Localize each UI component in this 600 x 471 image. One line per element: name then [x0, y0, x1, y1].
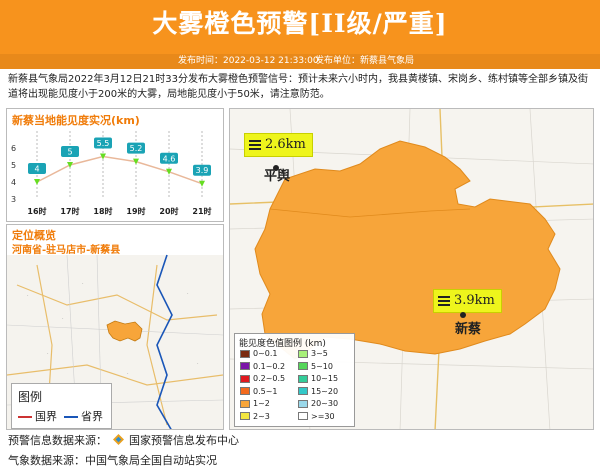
publisher: 发布单位：新蔡县气象局 — [315, 56, 415, 66]
legend-item: 0.1~0.2 — [240, 362, 285, 372]
legend-swatch — [298, 374, 308, 383]
legend-swatch — [298, 362, 308, 370]
legend-item: 0.2~0.5 — [240, 374, 285, 384]
legend-swatch — [298, 399, 308, 408]
visibility-chart: 6 5 4 3 4 5 5.5 5.2 4.6 3.9 16时 17时 18时 19时 20时 21时 — [11, 131, 212, 216]
data-label: 4.6 — [163, 154, 176, 163]
x-tick-label: 20时 — [159, 206, 178, 216]
legend-label: 5~10 — [311, 361, 333, 371]
x-tick-label: 17时 — [60, 206, 79, 216]
legend-swatch — [240, 349, 250, 358]
legend-national-border: 国界 — [18, 408, 57, 424]
fog-icon — [438, 295, 450, 306]
province-border-swatch — [64, 416, 78, 418]
legend-item: 10~15 — [298, 374, 338, 384]
location-legend: 图例 国界 省界 — [11, 383, 112, 429]
legend-item: >=30 — [298, 412, 335, 422]
x-tick-label: 21时 — [192, 206, 211, 216]
x-tick-label: 19时 — [126, 206, 145, 216]
y-tick-label: 3 — [11, 195, 16, 204]
legend-swatch — [240, 399, 250, 408]
legend-item: 1~2 — [240, 399, 270, 409]
legend-item: 0.5~1 — [240, 387, 278, 397]
y-tick-label: 4 — [11, 178, 16, 187]
national-border-swatch — [18, 416, 32, 418]
location-subtitle: 河南省-驻马店市-新蔡县 — [12, 245, 121, 256]
legend-label: 0~0.1 — [253, 349, 278, 358]
legend-swatch — [240, 387, 250, 395]
legend-item: 20~30 — [298, 399, 338, 409]
legend-label: 20~30 — [311, 399, 339, 408]
legend-item: 2~3 — [240, 412, 270, 422]
data-label: 3.9 — [196, 166, 209, 175]
legend-label: 15~20 — [311, 386, 339, 396]
data-label: 5.5 — [97, 139, 110, 148]
legend-item: 0~0.1 — [240, 349, 278, 359]
legend-swatch — [298, 387, 308, 395]
xincai-visibility-label[interactable]: 3.9km — [433, 289, 502, 313]
legend-province-border: 省界 — [64, 408, 103, 424]
x-tick-label: 16时 — [27, 206, 46, 216]
legend-label: 0.5~1 — [253, 386, 278, 396]
header-bar: 大雾橙色预警[II级/严重] — [0, 0, 600, 54]
legend-label: 0.1~0.2 — [253, 361, 286, 371]
data-point — [34, 179, 40, 185]
pingyu-visibility-label[interactable]: 2.6km — [244, 133, 313, 157]
legend-item: 15~20 — [298, 387, 338, 397]
legend-label: 2~3 — [253, 411, 270, 421]
legend-label: 0.2~0.5 — [253, 374, 286, 383]
location-legend-title: 图例 — [18, 390, 43, 404]
pingyu-label: 平舆 — [264, 169, 291, 184]
main-warning-map[interactable]: 2.6km 平舆 3.9km 新蔡 能见度色值图例 (km) 0~0.1 3~5 0… — [229, 108, 594, 430]
data-label: 5 — [67, 148, 72, 157]
legend-label: 1~2 — [253, 399, 270, 408]
legend-label: 3~5 — [311, 349, 328, 358]
fog-icon — [249, 139, 261, 150]
legend-swatch — [298, 412, 308, 420]
y-tick-label: 5 — [11, 161, 16, 170]
footer-source-warning: 预警信息数据来源： 国家预警信息发布中心 — [8, 434, 239, 447]
legend-label: >=30 — [311, 411, 335, 421]
legend-swatch — [240, 412, 250, 420]
visibility-color-legend: 能见度色值图例 (km) 0~0.1 3~5 0.1~0.2 5~10 0.2~0.5 1… — [234, 333, 355, 427]
xincai-label: 新蔡 — [455, 322, 482, 337]
legend-swatch — [240, 374, 250, 383]
y-tick-label: 6 — [11, 144, 16, 153]
publish-info-bar: 发布时间：2022-03-12 21:33:00 发布单位：新蔡县气象局 — [0, 54, 600, 69]
legend-item: 5~10 — [298, 362, 333, 372]
legend-swatch — [298, 349, 308, 358]
x-tick-label: 18时 — [93, 206, 112, 216]
data-label: 4 — [34, 165, 39, 174]
warning-description: 新蔡县气象局2022年3月12日21时33分发布大雾橙色预警信号：预计未来六小时… — [8, 74, 588, 100]
warning-area — [254, 140, 561, 360]
location-panel: 定位概览 河南省-驻马店市-新蔡县 ··· ··· ·· 图例 国界 — [6, 224, 224, 430]
legend-item: 3~5 — [298, 349, 328, 359]
visibility-legend-title: 能见度色值图例 (km) — [239, 339, 326, 349]
warning-center-logo-icon — [112, 434, 124, 445]
legend-label: 10~15 — [311, 374, 339, 383]
publish-time: 发布时间：2022-03-12 21:33:00 — [178, 56, 319, 66]
legend-swatch — [240, 362, 250, 370]
visibility-panel: 新蔡当地能见度实况(km) 6543 4 5 5.5 5.2 4.6 3.9 16时 17时… — [6, 108, 224, 222]
data-label: 5.2 — [130, 144, 143, 153]
page-title: 大雾橙色预警[II级/严重] — [152, 9, 448, 38]
footer-source-weather: 气象数据来源：中国气象局全国自动站实况 — [8, 454, 217, 467]
